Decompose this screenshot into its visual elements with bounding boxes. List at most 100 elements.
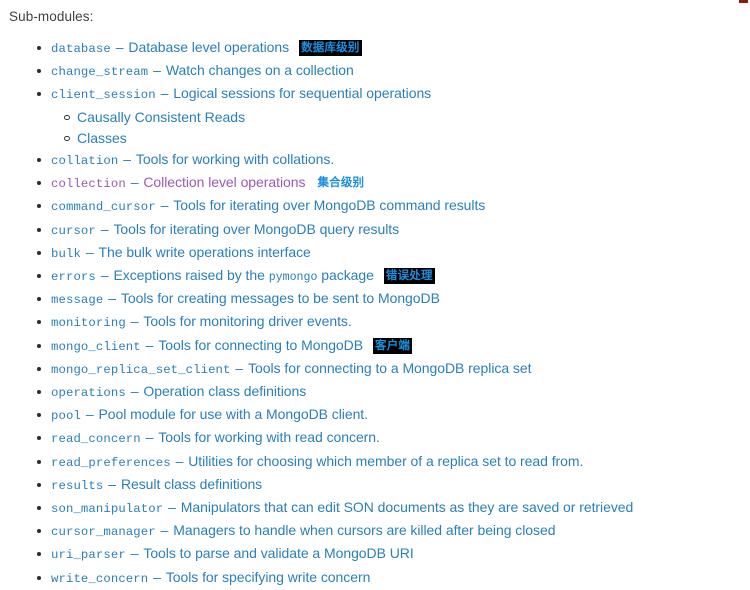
list-item: change_stream – Watch changes on a colle… xyxy=(37,60,750,83)
module-description: Tools for working with collations. xyxy=(135,151,335,168)
list-item: cursor – Tools for iterating over MongoD… xyxy=(37,219,750,242)
annotation-badge: 错误处理 xyxy=(383,268,435,285)
list-item: mongo_replica_set_client – Tools for con… xyxy=(37,358,750,381)
module-link-read_preferences[interactable]: read_preferences xyxy=(51,456,171,470)
module-description: Manipulators that can edit SON documents… xyxy=(180,499,634,516)
separator-dash: – xyxy=(130,174,143,191)
module-link-write_concern[interactable]: write_concern xyxy=(51,572,148,586)
sub-link[interactable]: Classes xyxy=(77,130,127,146)
module-link-collation[interactable]: collation xyxy=(51,154,118,168)
module-description: Pool module for use with a MongoDB clien… xyxy=(98,406,369,423)
list-item: son_manipulator – Manipulators that can … xyxy=(37,497,750,520)
list-item: collection – Collection level operations… xyxy=(37,172,750,195)
module-link-bulk[interactable]: bulk xyxy=(51,247,81,261)
list-item: bulk – The bulk write operations interfa… xyxy=(37,242,750,265)
module-description: Managers to handle when cursors are kill… xyxy=(173,522,556,539)
list-item: uri_parser – Tools to parse and validate… xyxy=(37,543,750,566)
separator-dash: – xyxy=(168,499,180,516)
list-item: read_concern – Tools for working with re… xyxy=(37,427,750,450)
sub-list-item: Classes xyxy=(63,128,750,149)
module-description: Database level operations xyxy=(128,39,290,55)
separator-dash: – xyxy=(85,406,98,423)
list-item: results – Result class definitions xyxy=(37,474,750,497)
module-description: Tools for working with read concern. xyxy=(158,429,380,446)
submodule-list: database – Database level operations 数据库级… xyxy=(9,37,750,590)
list-item: operations – Operation class definitions xyxy=(37,381,750,404)
module-link-mongo_replica_set_client[interactable]: mongo_replica_set_client xyxy=(51,363,231,377)
module-link-uri_parser[interactable]: uri_parser xyxy=(51,548,126,562)
list-item: cursor_manager – Managers to handle when… xyxy=(37,520,750,543)
list-item: pool – Pool module for use with a MongoD… xyxy=(37,404,750,427)
separator-dash: – xyxy=(100,220,113,237)
corner-mark xyxy=(739,0,748,3)
list-item: command_cursor – Tools for iterating ove… xyxy=(37,195,750,218)
module-link-mongo_client[interactable]: mongo_client xyxy=(51,340,141,354)
separator-dash: – xyxy=(160,197,173,214)
module-link-pool[interactable]: pool xyxy=(51,409,81,423)
module-link-client_session[interactable]: client_session xyxy=(51,88,156,102)
module-link-operations[interactable]: operations xyxy=(51,386,126,400)
module-link-errors[interactable]: errors xyxy=(51,270,96,284)
separator-dash: – xyxy=(123,151,135,168)
separator-dash: – xyxy=(153,62,165,79)
module-description: Watch changes on a collection xyxy=(165,62,354,79)
module-link-son_manipulator[interactable]: son_manipulator xyxy=(51,502,163,516)
module-link-cursor_manager[interactable]: cursor_manager xyxy=(51,525,156,539)
inline-code: pymongo xyxy=(268,271,318,285)
module-link-message[interactable]: message xyxy=(51,293,103,307)
module-description: Logical sessions for sequential operatio… xyxy=(173,85,432,102)
submodule-sublist: Causally Consistent Reads Classes xyxy=(37,107,750,149)
sub-list-item: Causally Consistent Reads xyxy=(63,107,750,128)
module-link-read_concern[interactable]: read_concern xyxy=(51,432,141,446)
module-description: Tools for creating messages to be sent t… xyxy=(120,290,440,307)
separator-dash: – xyxy=(145,336,158,353)
list-item: monitoring – Tools for monitoring driver… xyxy=(37,311,750,334)
separator-dash: – xyxy=(108,290,120,307)
list-item: errors – Exceptions raised by the pymong… xyxy=(37,265,750,288)
module-link-collection[interactable]: collection xyxy=(51,177,126,191)
list-item: read_preferences – Utilities for choosin… xyxy=(37,451,750,474)
module-description: Exceptions raised by the xyxy=(113,267,265,284)
separator-dash: – xyxy=(115,39,128,55)
sub-link[interactable]: Causally Consistent Reads xyxy=(77,109,245,125)
separator-dash: – xyxy=(235,359,248,376)
module-description: Tools for monitoring driver events. xyxy=(143,313,352,330)
annotation-badge: 数据库级别 xyxy=(299,40,362,56)
separator-dash: – xyxy=(130,545,143,562)
annotation-badge: 集合级别 xyxy=(315,175,367,192)
module-link-change_stream[interactable]: change_stream xyxy=(51,65,148,79)
module-description: Utilities for choosing which member of a… xyxy=(188,452,584,469)
separator-dash: – xyxy=(153,568,165,585)
separator-dash: – xyxy=(130,383,143,400)
module-description: Tools for iterating over MongoDB query r… xyxy=(113,220,400,237)
module-link-results[interactable]: results xyxy=(51,479,103,493)
separator-dash: – xyxy=(85,243,98,260)
module-description: Tools for specifying write concern xyxy=(165,568,371,585)
list-item: database – Database level operations 数据库级… xyxy=(37,37,750,60)
module-link-monitoring[interactable]: monitoring xyxy=(51,316,126,330)
list-item: message – Tools for creating messages to… xyxy=(37,288,750,311)
module-link-database[interactable]: database xyxy=(51,42,111,56)
module-description: Result class definitions xyxy=(120,475,263,492)
module-description-tail: package xyxy=(321,267,374,284)
separator-dash: – xyxy=(108,475,120,492)
documentation-page: Sub-modules: database – Database level o… xyxy=(0,0,750,586)
module-description: Collection level operations xyxy=(143,174,306,191)
list-item: mongo_client – Tools for connecting to M… xyxy=(37,335,750,358)
module-description: Tools for iterating over MongoDB command… xyxy=(173,197,486,214)
module-description: Tools for connecting to MongoDB xyxy=(158,336,364,353)
separator-dash: – xyxy=(145,429,158,446)
module-link-command_cursor[interactable]: command_cursor xyxy=(51,200,156,214)
list-item: write_concern – Tools for specifying wri… xyxy=(37,567,750,590)
separator-dash: – xyxy=(130,313,143,330)
separator-dash: – xyxy=(175,452,188,469)
separator-dash: – xyxy=(160,85,173,102)
module-link-cursor[interactable]: cursor xyxy=(51,224,96,238)
page-title: Sub-modules: xyxy=(9,9,94,24)
module-description: Tools to parse and validate a MongoDB UR… xyxy=(143,545,414,562)
separator-dash: – xyxy=(100,267,113,284)
list-item: client_session – Logical sessions for se… xyxy=(37,83,750,106)
module-description: The bulk write operations interface xyxy=(98,243,311,260)
module-description: Operation class definitions xyxy=(143,383,307,400)
annotation-badge: 客户端 xyxy=(373,337,413,354)
